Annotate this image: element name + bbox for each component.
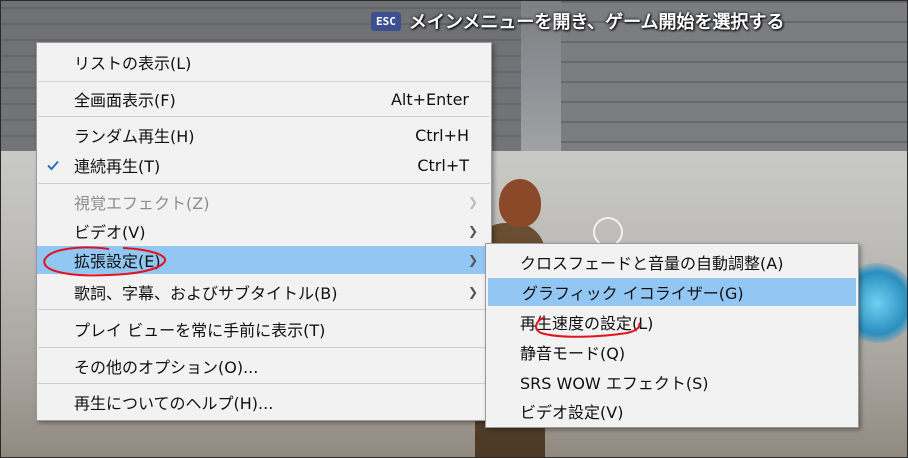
submenu-item-video-settings[interactable]: ビデオ設定(V) [486, 397, 858, 425]
menu-item-repeat[interactable]: 連続再生(T) Ctrl+T [37, 151, 491, 179]
submenu-item-srs-wow[interactable]: SRS WOW エフェクト(S) [486, 368, 858, 396]
context-menu: リストの表示(L) 全画面表示(F) Alt+Enter ランダム再生(H) C… [36, 42, 492, 421]
menu-item-shuffle[interactable]: ランダム再生(H) Ctrl+H [37, 121, 491, 149]
submenu-item-quiet-mode[interactable]: 静音モード(Q) [486, 338, 858, 366]
chevron-right-icon: ❯ [467, 224, 478, 238]
menu-separator [38, 116, 490, 117]
menu-item-show-list[interactable]: リストの表示(L) [37, 48, 491, 76]
shortcut-label: Ctrl+T [417, 155, 469, 175]
chevron-right-icon: ❯ [467, 253, 478, 267]
menu-separator [38, 309, 490, 310]
hint-text: メインメニューを開き、ゲーム開始を選択する [408, 12, 785, 33]
menu-separator [38, 183, 490, 184]
menu-separator [38, 347, 490, 348]
menu-item-video[interactable]: ビデオ(V) ❯ [37, 217, 491, 245]
menu-item-enhancements[interactable]: 拡張設定(E) ❯ [37, 246, 491, 274]
esc-hint: ESC メインメニューを開き、ゲーム開始を選択する [371, 9, 785, 33]
menu-separator [38, 81, 490, 82]
checkmark-icon [47, 160, 59, 171]
character-head [499, 179, 541, 227]
menu-item-playback-help[interactable]: 再生についてのヘルプ(H)... [37, 388, 491, 416]
menu-item-lyrics-subtitles[interactable]: 歌詞、字幕、およびサブタイトル(B) ❯ [37, 278, 491, 306]
submenu-item-crossfade[interactable]: クロスフェードと音量の自動調整(A) [486, 248, 858, 276]
game-screen: ESC メインメニューを開き、ゲーム開始を選択する リストの表示(L) 全画面表… [0, 0, 908, 458]
menu-item-more-options[interactable]: その他のオプション(O)... [37, 352, 491, 380]
chevron-right-icon: ❯ [467, 195, 478, 209]
menu-item-visual-effects: 視覚エフェクト(Z) ❯ [74, 194, 478, 213]
submenu-item-play-speed[interactable]: 再生速度の設定(L) [486, 308, 858, 336]
chevron-right-icon: ❯ [467, 285, 478, 299]
esc-key-icon: ESC [371, 11, 401, 31]
menu-item-fullscreen[interactable]: 全画面表示(F) Alt+Enter [37, 85, 491, 113]
shortcut-label: Ctrl+H [415, 125, 469, 145]
menu-separator [38, 383, 490, 384]
menu-item-always-on-top[interactable]: プレイ ビューを常に手前に表示(T) [37, 315, 491, 343]
shortcut-label: Alt+Enter [390, 89, 469, 109]
enhancements-submenu: クロスフェードと音量の自動調整(A) グラフィック イコライザー(G) 再生速度… [485, 243, 859, 428]
submenu-item-graphic-equalizer[interactable]: グラフィック イコライザー(G) [488, 278, 856, 306]
